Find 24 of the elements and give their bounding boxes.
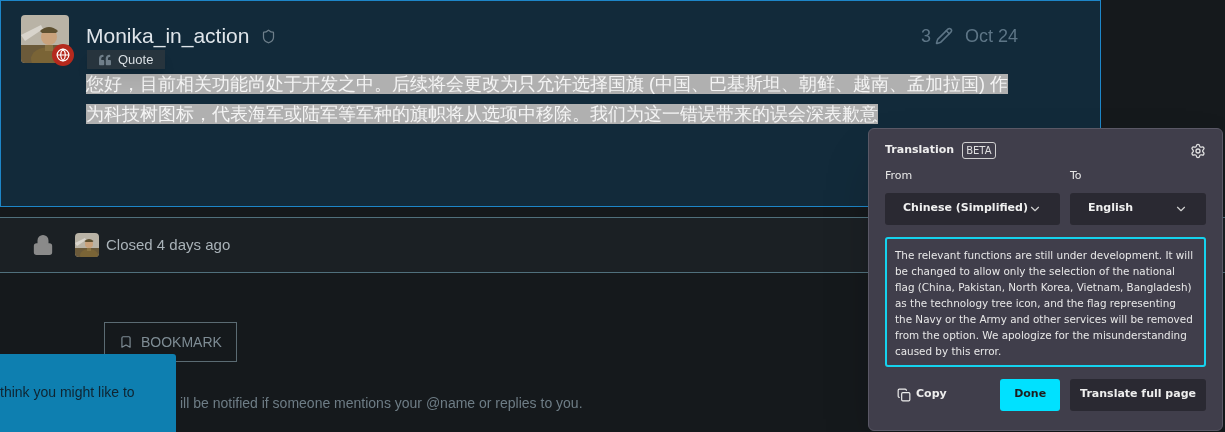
notification-text: ill be notified if someone mentions your @name or replies to you. — [180, 394, 583, 413]
lock-icon — [32, 234, 54, 256]
done-button[interactable]: Done — [1000, 378, 1061, 411]
shield-icon — [261, 28, 277, 44]
quote-icon — [99, 53, 111, 66]
copy-button[interactable]: Copy — [885, 378, 959, 411]
closed-notice: Closed 4 days ago — [106, 234, 231, 255]
translation-output[interactable]: The relevant functions are still under development. It will be changed to allow only the selection of the national flag (China, Pakistan, North Korea, Vietnam, Bangladesh) as the technology tree icon, and the flag representing the Navy or the Army and other services will be removed from the option. We apologize for the misunderstanding caused by this error. — [885, 236, 1206, 367]
post-body: 您好，目前相关功能尚处于开发之中。后续将会更改为只允许选择国旗 (中国、巴基斯坦、朝鲜、越南、孟加拉国) 作为科技树图标，代表海军或陆军等军种的旗帜将从选项中移除。我们为这一错误带来的误会深表歉意 — [86, 73, 1009, 126]
bookmark-icon — [119, 335, 133, 349]
translate-page-button[interactable]: Translate full page — [1070, 378, 1206, 411]
username[interactable]: Monika_in_action — [86, 20, 250, 52]
language-label: From — [885, 168, 914, 184]
language-select[interactable]: English — [1069, 192, 1206, 225]
language-select[interactable]: Chinese (Simplified) — [885, 192, 1060, 225]
language-label: To — [1069, 168, 1083, 184]
beta-badge: BETA — [962, 142, 996, 159]
globe-badge-icon — [52, 44, 74, 66]
settings-icon[interactable] — [1190, 142, 1206, 159]
copy-icon — [897, 387, 911, 402]
panel-title: Translation — [885, 142, 955, 159]
pencil-icon[interactable] — [934, 27, 953, 45]
quote-tooltip[interactable]: Quote — [87, 50, 166, 69]
popup-text: think you might like to — [0, 384, 135, 400]
